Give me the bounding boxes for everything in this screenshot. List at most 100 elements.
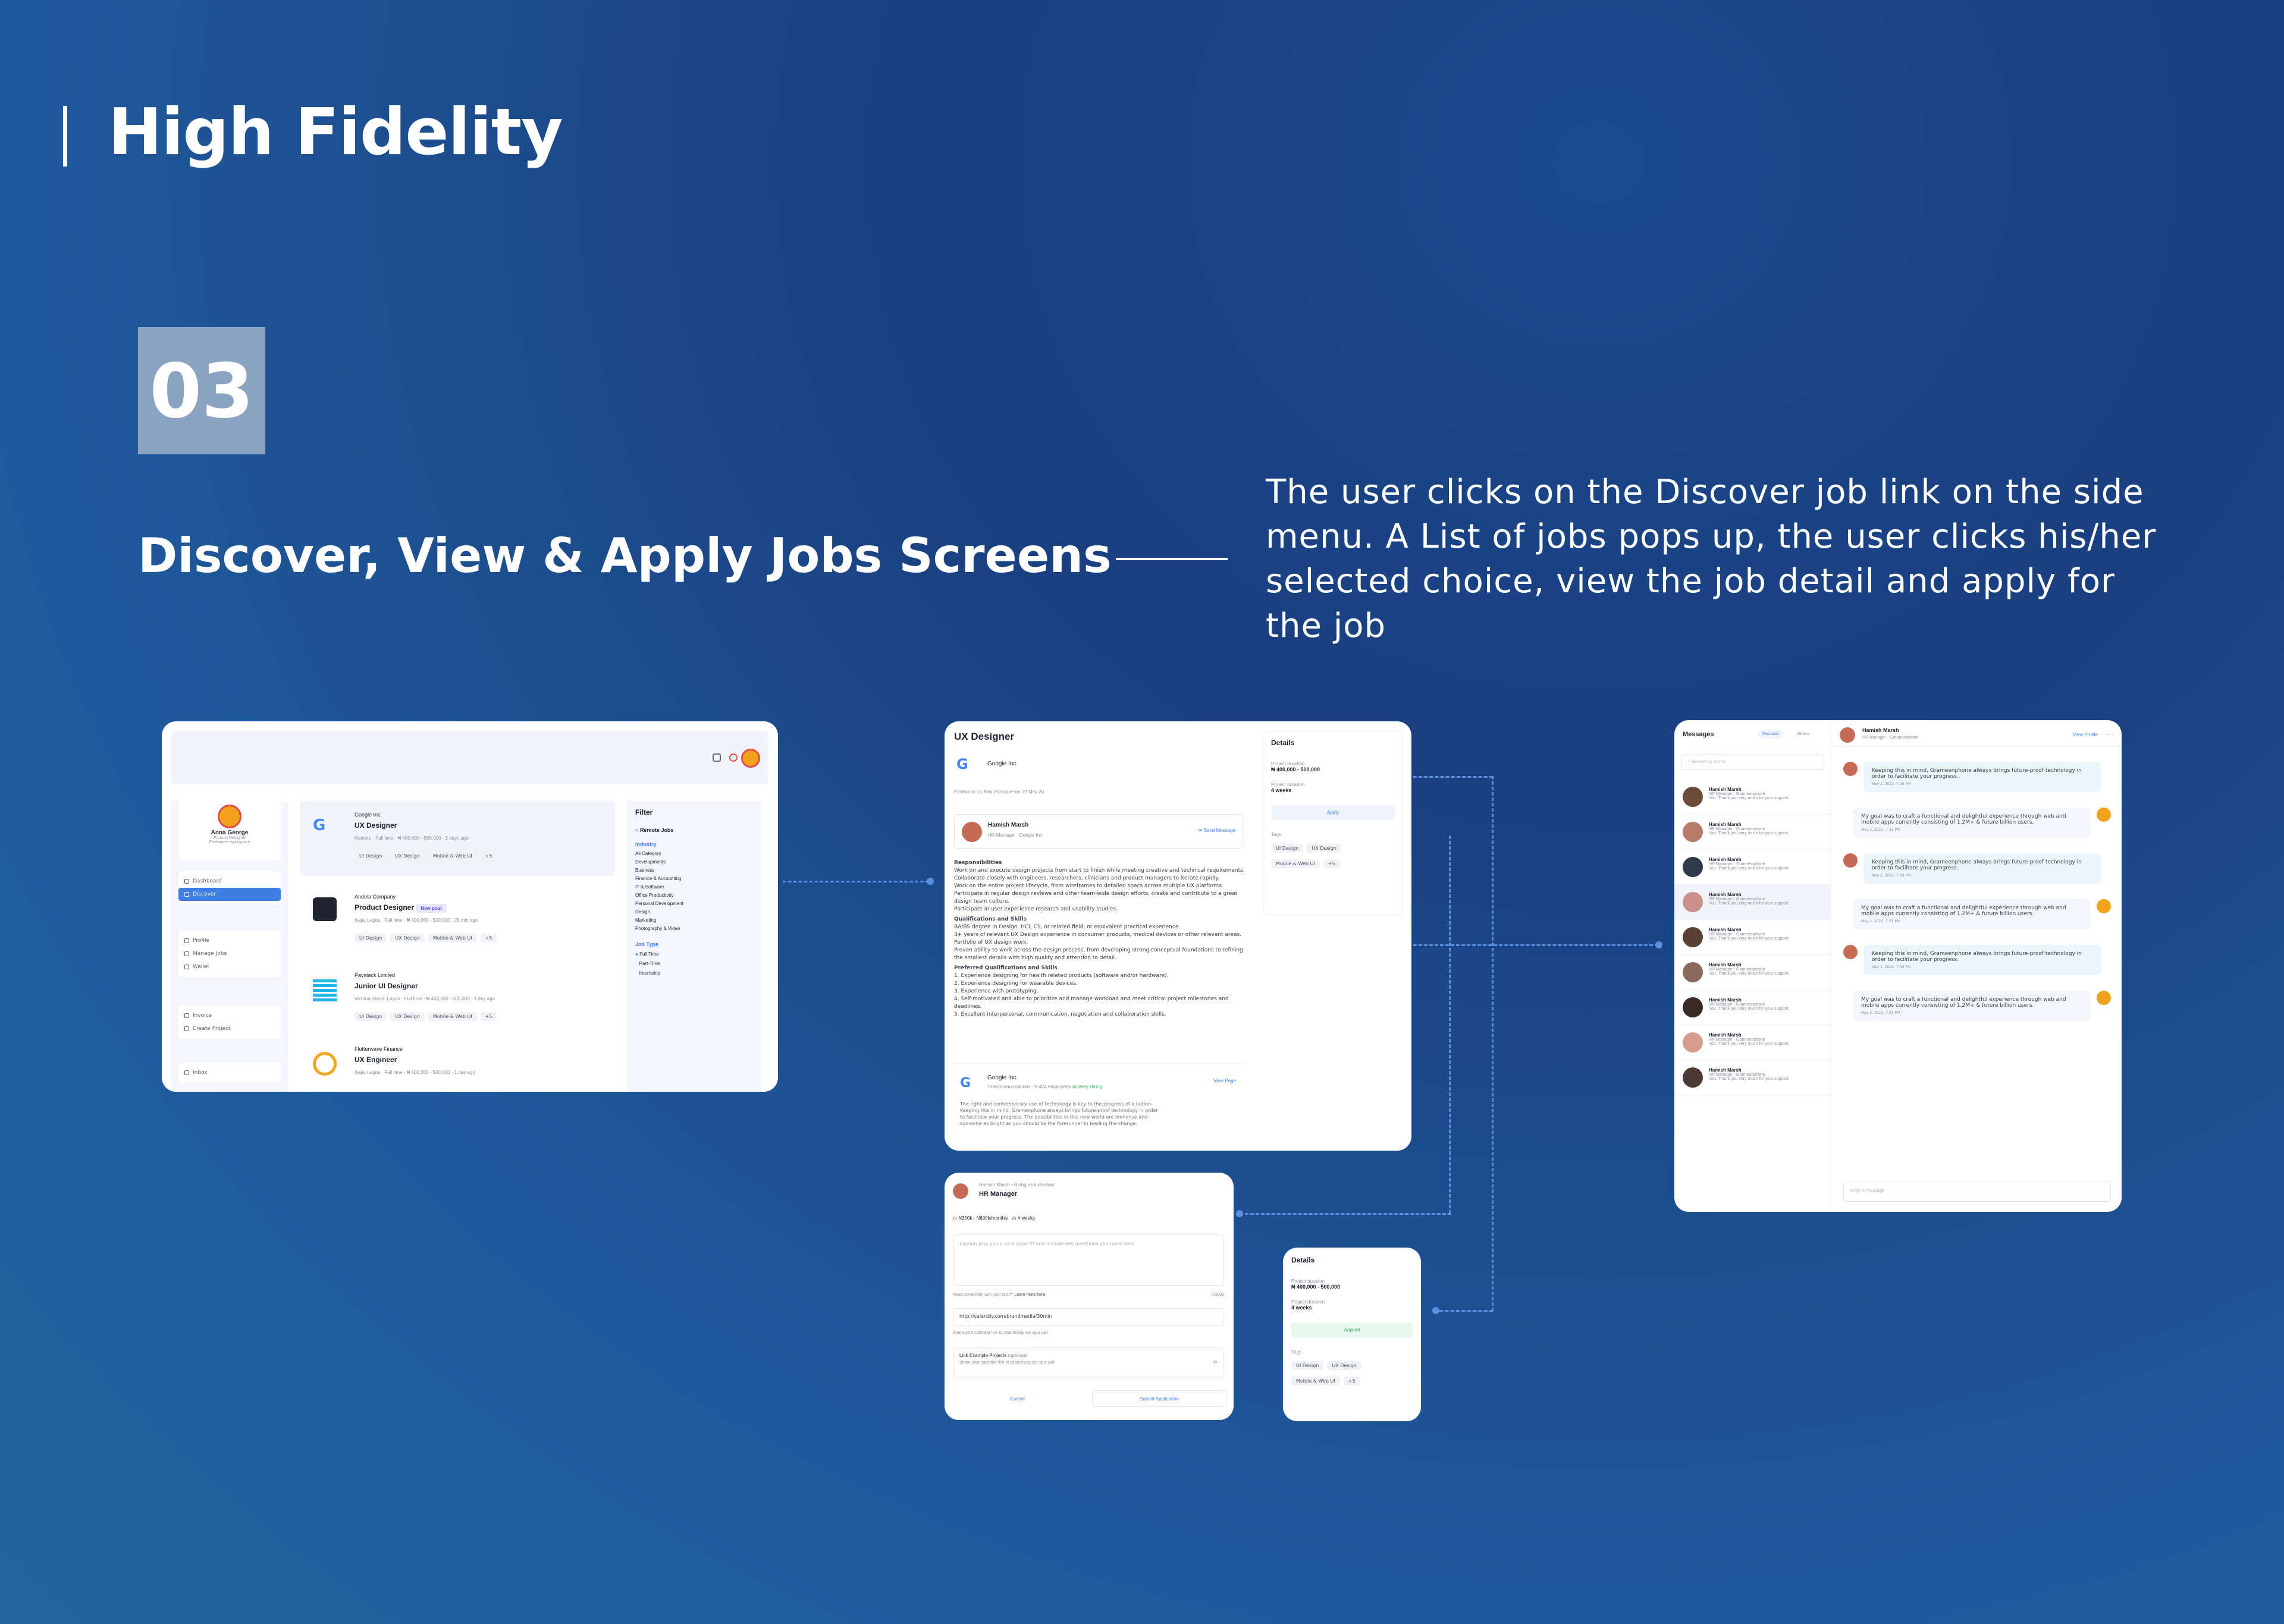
list-item: 2. Experience designing for wearable dev…	[954, 981, 1078, 987]
message-preview: You: Thank you very much for your suppor…	[1709, 1007, 1790, 1011]
about-company-meta: Telecommunications · 8,424 employees Act…	[987, 1084, 1102, 1089]
about-company-name: Google Inc.	[987, 1075, 1018, 1081]
example-projects-field[interactable]: Link Example Projects (optional) Share y…	[953, 1347, 1224, 1378]
conversation-item[interactable]: Hamish Marsh HR Manager · Grameenphone Y…	[1674, 920, 1831, 955]
chat-messages: Keeping this in mind, Grameenphone alway…	[1843, 762, 2111, 1036]
about-text: The right and contemporary use of techno…	[960, 1101, 1158, 1126]
google-logo-icon: G	[960, 1076, 971, 1091]
calendar-link-input[interactable]: http://calendly.com/brandmedia/30min	[953, 1308, 1224, 1326]
job-card[interactable]: G Google Inc. UX Designer Remote · Full …	[300, 801, 615, 876]
cover-letter-textarea[interactable]: Explain why you'd be a good fit and incl…	[953, 1235, 1224, 1286]
tag-list: UI Design UX Design	[1291, 1358, 1413, 1370]
budget-value: ₦ 400,000 - 500,000	[1271, 767, 1320, 772]
conversation-item[interactable]: Hamish Marsh HR Manager · Grameenphone Y…	[1674, 1060, 1831, 1095]
sidebar-item-create-project[interactable]: Create Project	[178, 1022, 281, 1035]
poster-avatar	[962, 822, 982, 842]
more-icon[interactable]: ···	[2106, 730, 2113, 738]
message-avatar	[1843, 762, 1858, 776]
job-card[interactable]: Paystack Limited Junior UI Designer Vict…	[300, 962, 615, 1033]
rate-line: ◷ N350k - N600k/monthly ◷ 4 weeks	[953, 1215, 1036, 1221]
sidebar-item-wallet[interactable]: Wallet	[178, 960, 281, 973]
section-description: The user clicks on the Discover job link…	[1266, 473, 2157, 645]
list-item: Portfolio of UX design work.	[954, 940, 1028, 945]
poster-avatar	[953, 1183, 968, 1199]
conversation-item[interactable]: Hamish Marsh HR Manager · Grameenphone Y…	[1674, 885, 1831, 920]
job-title[interactable]: UX Designer	[354, 821, 397, 830]
filter-option[interactable]: Photography & Video	[635, 925, 753, 933]
radio-internship[interactable]: Internship	[635, 969, 753, 978]
conversation-item[interactable]: Hamish Marsh HR Manager · Grameenphone Y…	[1674, 815, 1831, 850]
filter-option[interactable]: Design	[635, 908, 753, 916]
filter-option[interactable]: Office Productivity	[635, 891, 753, 900]
job-card[interactable]: Flutterwave Finance UX Engineer Ikeja, L…	[300, 1039, 615, 1092]
avatar[interactable]	[741, 749, 760, 768]
conversation-item[interactable]: Hamish Marsh HR Manager · Grameenphone Y…	[1674, 990, 1831, 1025]
sidebar-item-inbox[interactable]: Inbox	[178, 1066, 281, 1079]
message-icon: ✉	[1198, 828, 1203, 833]
radio-full-time[interactable]: ● Full Time	[635, 950, 753, 959]
andela-logo-icon	[313, 897, 337, 921]
message-avatar	[2097, 899, 2111, 913]
job-company: Paystack Limited	[354, 972, 396, 978]
tags-label: Tags	[1291, 1349, 1301, 1355]
conversation-item[interactable]: Hamish Marsh HR Manager · Grameenphone Y…	[1674, 955, 1831, 990]
submit-application-button[interactable]: Submit Application	[1092, 1390, 1226, 1407]
notification-icon[interactable]	[713, 753, 721, 762]
poster-role: HR Manager · Google Inc.	[988, 833, 1044, 838]
tab-focused[interactable]: Focused	[1758, 730, 1783, 739]
invoice-icon	[184, 1013, 189, 1018]
sidebar-item-dashboard[interactable]: Dashboard	[178, 875, 281, 888]
message-input[interactable]: Write a message	[1843, 1182, 2111, 1202]
conversation-item[interactable]: Hamish Marsh HR Manager · Grameenphone Y…	[1674, 850, 1831, 885]
contact-name: Hamish Marsh	[1709, 1067, 1742, 1073]
search-input[interactable]: ⌕ Search by name	[1681, 755, 1824, 770]
contact-role: HR Manager · Grameenphone	[1709, 968, 1765, 972]
sidebar-item-discover[interactable]: Discover	[178, 888, 281, 901]
connector-line	[1439, 1310, 1493, 1312]
settings-icon[interactable]	[729, 753, 738, 762]
filter-option[interactable]: Personal Development	[635, 900, 753, 908]
sidebar-item-invoice[interactable]: Invoice	[178, 1009, 281, 1022]
messages-screen: Messages Focused Others ⌕ Search by name…	[1674, 720, 2122, 1212]
job-type-label[interactable]: Job Type	[635, 941, 753, 947]
job-title[interactable]: UX Engineer	[354, 1056, 397, 1064]
sidebar-item-manage-jobs[interactable]: Manage Jobs	[178, 947, 281, 960]
profile-workspace[interactable]: Freelancer workspace	[178, 840, 281, 844]
filter-option[interactable]: Marketing	[635, 916, 753, 925]
messages-title: Messages	[1683, 731, 1714, 738]
new-post-badge: New post	[416, 904, 447, 913]
job-card[interactable]: Andela Company Product Designer New post…	[300, 884, 615, 956]
view-profile-link[interactable]: View Profile	[2073, 732, 2098, 737]
job-tags: UI Design UX Design Mobile & Web UI +5	[354, 849, 500, 860]
view-page-link[interactable]: View Page	[1213, 1078, 1236, 1083]
conversation-item[interactable]: Hamish Marsh HR Manager · Grameenphone Y…	[1674, 1025, 1831, 1060]
sidebar-item-profile[interactable]: Profile	[178, 934, 281, 947]
cancel-button[interactable]: Cancel	[1010, 1396, 1025, 1402]
contact-name: Hamish Marsh	[1709, 1032, 1742, 1038]
industry-label[interactable]: Industry	[635, 841, 753, 847]
message-avatar	[1843, 945, 1858, 959]
tab-others[interactable]: Others	[1797, 732, 1809, 736]
contact-avatar	[1683, 857, 1703, 877]
filter-option[interactable]: All Category	[635, 850, 753, 858]
remote-jobs-toggle[interactable]: ○ Remote Jobs	[635, 827, 753, 833]
nav-group-billing: Invoice Create Project	[178, 1006, 281, 1039]
filter-option[interactable]: Business	[635, 866, 753, 875]
send-message-button[interactable]: ✉ Send Message	[1199, 828, 1235, 833]
job-meta: Ikeja, Lagos · Full time · ₦ 400,000 - 5…	[354, 918, 478, 923]
filter-option[interactable]: IT & Software	[635, 883, 753, 891]
contact-avatar	[1683, 787, 1703, 807]
job-title[interactable]: Product Designer New post	[354, 903, 450, 913]
profile-icon	[184, 938, 189, 943]
filter-title: Filter	[635, 808, 653, 816]
job-title[interactable]: Junior UI Designer	[354, 982, 418, 990]
learn-more-link[interactable]: Learn more here	[1015, 1293, 1046, 1297]
apply-button[interactable]: Apply	[1271, 805, 1395, 820]
radio-part-time[interactable]: Part-Time	[635, 959, 753, 969]
contact-avatar	[1683, 822, 1703, 842]
filter-option[interactable]: Developments	[635, 858, 753, 866]
conversation-item[interactable]: Hamish Marsh HR Manager · Grameenphone Y…	[1674, 780, 1831, 815]
qualifications-label: Qualifications and Skills	[954, 916, 1027, 922]
message-bubble: Keeping this in mind, Grameenphone alway…	[1863, 945, 2101, 975]
filter-option[interactable]: Finance & Accounting	[635, 875, 753, 883]
